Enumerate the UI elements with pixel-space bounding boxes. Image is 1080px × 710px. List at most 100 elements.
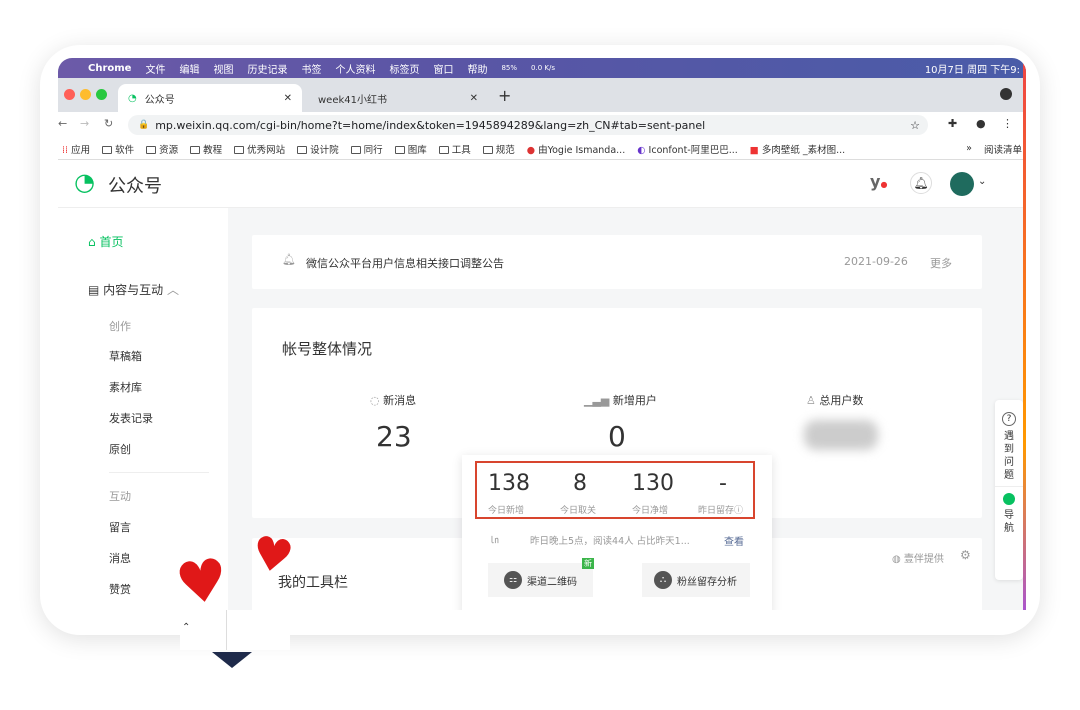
lock-icon: 🔒 bbox=[138, 120, 149, 130]
bookmark-sites[interactable]: 优秀网站 bbox=[234, 142, 285, 156]
more-link[interactable]: 更多 bbox=[930, 255, 952, 271]
sidebar-item-drafts[interactable]: 草稿箱 bbox=[109, 348, 142, 364]
overview-title: 帐号整体情况 bbox=[282, 338, 372, 359]
stat-new-users-value[interactable]: 0 bbox=[608, 420, 626, 453]
tab-week41[interactable]: week41小红书 ✕ bbox=[308, 84, 488, 112]
sidebar-item-comments[interactable]: 留言 bbox=[109, 519, 131, 535]
account-icon[interactable]: ● bbox=[976, 117, 986, 130]
star-icon[interactable]: ☆ bbox=[910, 119, 928, 132]
fans-popup: 138 今日新增 8 今日取关 130 今日净增 - 昨日留存ⓘ ㏑ 昨日晚上5… bbox=[462, 455, 772, 610]
sidebar-item-likes[interactable]: 赞赏 bbox=[109, 581, 131, 597]
app-title[interactable]: 公众号 bbox=[108, 172, 162, 198]
bookmark-wallpaper[interactable]: ■ 多肉壁纸 _素材图... bbox=[750, 142, 845, 156]
stat-total-users-label: ♙ 总用户数 bbox=[806, 392, 863, 408]
tab-gongzhonghao[interactable]: ◔ 公众号 ✕ bbox=[118, 84, 302, 112]
help-button[interactable]: ?遇到问题 bbox=[995, 412, 1023, 482]
url-input[interactable]: 🔒 mp.weixin.qq.com/cgi-bin/home?t=home/i… bbox=[128, 115, 928, 135]
bookmark-yogie[interactable]: ● 由Yogie Ismanda... bbox=[527, 142, 625, 156]
clock: 10月7日 周四 下午9: bbox=[925, 61, 1026, 76]
sidebar-item-home[interactable]: ⌂ 首页 bbox=[88, 233, 123, 250]
more-menu-icon[interactable]: ⋮ bbox=[1002, 117, 1013, 130]
tip-text: 昨日晚上5点，阅读44人 占比昨天1... bbox=[530, 533, 690, 547]
bell-icon[interactable]: 🔔︎ bbox=[910, 172, 932, 194]
menu-window[interactable]: 窗口 bbox=[433, 61, 453, 76]
net-speed: 0.0 K/s bbox=[531, 64, 555, 72]
floating-panel: ?遇到问题 导航 bbox=[995, 400, 1023, 580]
avatar[interactable] bbox=[950, 172, 974, 196]
divider bbox=[226, 610, 227, 650]
mac-menubar: Chrome 文件 编辑 视图 历史记录 书签 个人资料 标签页 窗口 帮助 8… bbox=[58, 58, 1026, 78]
menu-view[interactable]: 视图 bbox=[213, 61, 233, 76]
sidebar-item-content[interactable]: ▤ 内容与互动 ︿ bbox=[88, 281, 179, 298]
bookmark-tools[interactable]: 工具 bbox=[439, 142, 471, 156]
reading-list[interactable]: 阅读清单 bbox=[984, 142, 1026, 156]
bookmark-apps[interactable]: ⁞⁞ 应用 bbox=[62, 142, 90, 156]
retention-label: 昨日留存ⓘ bbox=[698, 503, 743, 516]
forward-icon[interactable]: → bbox=[80, 117, 89, 130]
nav-button[interactable]: 导航 bbox=[995, 486, 1023, 535]
reload-icon[interactable]: ↻ bbox=[104, 117, 113, 130]
bookmark-peers[interactable]: 同行 bbox=[351, 142, 383, 156]
provider-label: ◍ 壹伴提供 bbox=[892, 550, 944, 565]
minimize-window-button[interactable] bbox=[80, 89, 91, 100]
menu-help[interactable]: 帮助 bbox=[467, 61, 487, 76]
menu-profile[interactable]: 个人资料 bbox=[335, 61, 375, 76]
analysis-icon: ⛬ bbox=[654, 571, 672, 589]
menu-tab[interactable]: 标签页 bbox=[389, 61, 419, 76]
chart-icon: ㏑ bbox=[490, 533, 499, 546]
stat-total-users-blurred bbox=[804, 420, 878, 450]
close-window-button[interactable] bbox=[64, 89, 75, 100]
collapse-icon[interactable]: ⌃ bbox=[182, 622, 190, 633]
divider bbox=[109, 472, 209, 473]
view-link[interactable]: 查看 bbox=[724, 533, 744, 548]
new-tab-button[interactable]: + bbox=[498, 86, 511, 105]
triangle-pointer-icon bbox=[212, 652, 252, 668]
close-tab-icon[interactable]: ✕ bbox=[284, 93, 292, 104]
chevron-down-icon[interactable]: ⌄ bbox=[978, 176, 986, 187]
heart-icon: ♥ bbox=[172, 545, 233, 620]
app-header: ◔ 公众号 y● 🔔︎ ⌄ bbox=[58, 160, 1026, 208]
bookmark-specs[interactable]: 规范 bbox=[483, 142, 515, 156]
today-new-value: 138 bbox=[488, 471, 530, 496]
channel-qrcode-button[interactable]: ⚏ 渠道二维码 新 bbox=[488, 563, 593, 597]
today-unfollow-label: 今日取关 bbox=[560, 503, 596, 516]
tab-label: 公众号 bbox=[145, 91, 175, 106]
maximize-window-button[interactable] bbox=[96, 89, 107, 100]
sidebar-item-publish[interactable]: 发表记录 bbox=[109, 410, 153, 426]
settings-gear-icon[interactable]: ⚙ bbox=[960, 548, 971, 562]
url-text: mp.weixin.qq.com/cgi-bin/home?t=home/ind… bbox=[155, 119, 705, 132]
more-bookmarks[interactable]: » bbox=[966, 143, 972, 154]
tab-label: week41小红书 bbox=[318, 91, 387, 106]
bookmark-iconfont[interactable]: ◐ Iconfont-阿里巴巴... bbox=[637, 142, 738, 156]
today-unfollow-value: 8 bbox=[573, 471, 587, 496]
address-bar-row: ← → ↻ 🔒 mp.weixin.qq.com/cgi-bin/home?t=… bbox=[58, 112, 1026, 138]
bookmark-design[interactable]: 设计院 bbox=[297, 142, 339, 156]
window-edge bbox=[1023, 58, 1026, 610]
fans-retention-button[interactable]: ⛬ 粉丝留存分析 bbox=[642, 563, 750, 597]
notice-text[interactable]: 微信公众平台用户信息相关接口调整公告 bbox=[306, 255, 504, 271]
sidebar-group-create: 创作 bbox=[109, 318, 131, 334]
bookmark-gallery[interactable]: 图库 bbox=[395, 142, 427, 156]
menu-edit[interactable]: 编辑 bbox=[179, 61, 199, 76]
stat-new-messages-value[interactable]: 23 bbox=[376, 420, 412, 453]
menu-file[interactable]: 文件 bbox=[145, 61, 165, 76]
sidebar-item-messages[interactable]: 消息 bbox=[109, 550, 131, 566]
bookmarks-bar: ⁞⁞ 应用 软件 资源 教程 优秀网站 设计院 同行 图库 工具 规范 ● 由Y… bbox=[58, 138, 1026, 160]
sidebar-item-original[interactable]: 原创 bbox=[109, 441, 131, 457]
menu-chrome[interactable]: Chrome bbox=[88, 63, 131, 74]
notice-date: 2021-09-26 bbox=[844, 255, 908, 268]
menu-history[interactable]: 历史记录 bbox=[247, 61, 287, 76]
bookmark-tutorials[interactable]: 教程 bbox=[190, 142, 222, 156]
sidebar-item-materials[interactable]: 素材库 bbox=[109, 379, 142, 395]
yiban-icon[interactable]: y● bbox=[870, 172, 887, 191]
wechat-logo-icon: ◔ bbox=[74, 168, 95, 196]
close-tab-icon[interactable]: ✕ bbox=[470, 93, 478, 104]
profile-menu-icon[interactable] bbox=[1000, 88, 1012, 100]
extensions-icon[interactable]: ✚ bbox=[948, 117, 957, 130]
back-icon[interactable]: ← bbox=[58, 117, 67, 130]
today-new-label: 今日新增 bbox=[488, 503, 524, 516]
notice-card: 🔔︎ 微信公众平台用户信息相关接口调整公告 2021-09-26 更多 bbox=[252, 235, 982, 289]
bookmark-software[interactable]: 软件 bbox=[102, 142, 134, 156]
menu-bookmarks[interactable]: 书签 bbox=[301, 61, 321, 76]
bookmark-resources[interactable]: 资源 bbox=[146, 142, 178, 156]
